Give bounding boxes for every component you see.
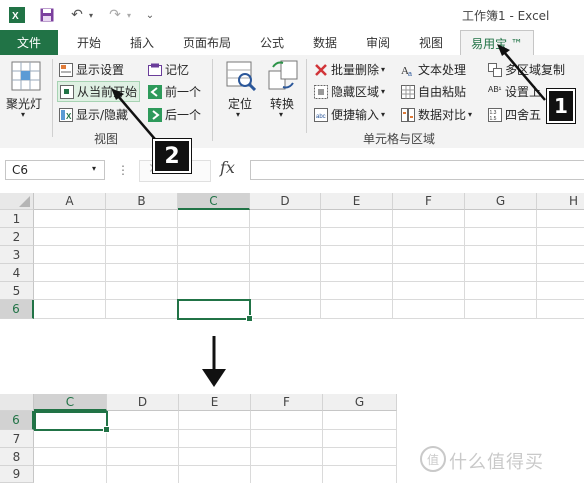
arrow-2	[111, 88, 161, 146]
callout-badge-1: 1	[547, 89, 575, 123]
watermark-logo-icon: 值	[420, 446, 446, 472]
arrow-1	[497, 44, 546, 101]
callout-badge-2: 2	[153, 139, 191, 173]
annotation-arrows	[111, 44, 546, 146]
watermark-text: 什么值得买	[449, 452, 544, 473]
